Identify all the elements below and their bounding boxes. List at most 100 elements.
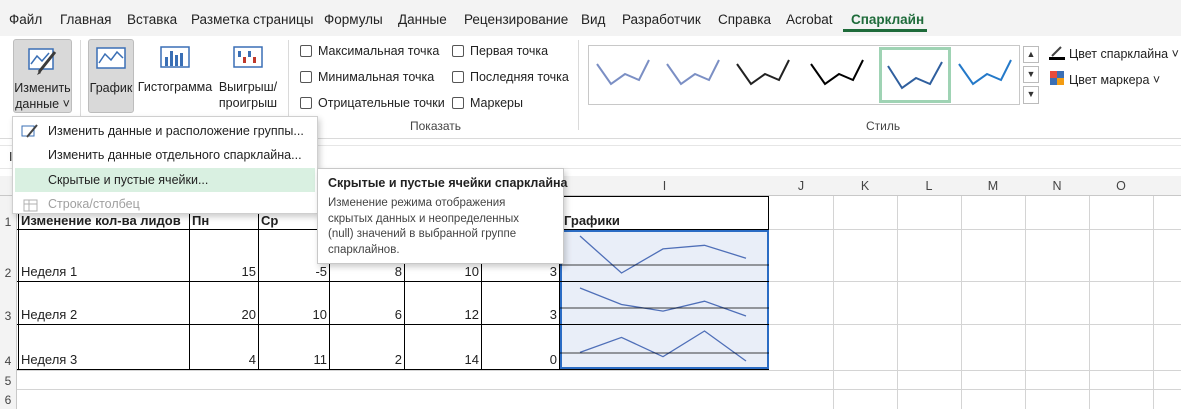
checkbox-last-point[interactable]: Последняя точка (452, 70, 569, 84)
expand-gallery-icon: ▼ (1026, 89, 1036, 99)
value-cell[interactable]: -5 (259, 264, 327, 279)
value-cell[interactable]: 3 (482, 264, 557, 279)
style-swatch[interactable] (955, 50, 1021, 100)
value-cell[interactable]: 14 (405, 352, 479, 367)
checkbox-box[interactable] (300, 97, 312, 109)
column-header-j[interactable]: J (769, 179, 833, 193)
value-cell[interactable]: 12 (405, 307, 479, 322)
sparkline-style-icon (736, 59, 790, 86)
checkbox-label: Минимальная точка (318, 70, 435, 84)
tab-help[interactable]: Справка (718, 12, 771, 27)
type-line-button[interactable]: График (88, 39, 134, 113)
style-swatch-selected[interactable] (879, 47, 951, 103)
header-charts-cell[interactable]: Графики (564, 213, 620, 228)
style-swatch[interactable] (663, 50, 729, 100)
gallery-scroll-up[interactable]: ▲ (1023, 46, 1039, 63)
menu-item-edit-single[interactable]: Изменить данные отдельного спарклайна... (15, 143, 315, 167)
row-number[interactable]: 3 (0, 309, 16, 323)
swatch-line (666, 59, 720, 86)
value-cell[interactable]: 8 (330, 264, 402, 279)
value-cell[interactable]: 3 (482, 307, 557, 322)
value-cell[interactable]: 11 (259, 352, 328, 367)
tab-view[interactable]: Вид (581, 12, 605, 27)
value-cell[interactable]: 4 (190, 352, 256, 367)
value-cell[interactable]: 0 (482, 352, 557, 367)
swatch-line (596, 59, 650, 86)
tooltip-line: (null) значений в выбранной группе (328, 228, 517, 240)
checkbox-box[interactable] (452, 97, 464, 109)
value-cell[interactable]: 10 (405, 264, 479, 279)
column-header-k[interactable]: K (833, 179, 897, 193)
edit-data-label1: Изменить (14, 81, 71, 95)
marker-color-icon (1049, 70, 1065, 89)
value-cell[interactable]: 10 (259, 307, 327, 322)
tooltip-line: Изменение режима отображения (328, 197, 506, 209)
tooltip-title: Скрытые и пустые ячейки спарклайна (328, 176, 568, 190)
type-winloss-label2: проигрыш (218, 96, 278, 110)
row-number[interactable]: 4 (0, 354, 16, 368)
tab-review[interactable]: Рецензирование (464, 12, 568, 27)
row-label-cell[interactable]: Неделя 1 (21, 264, 77, 279)
checkbox-high-point[interactable]: Максимальная точка (300, 44, 439, 58)
column-header-i[interactable]: I (560, 179, 769, 193)
group-divider (578, 40, 579, 130)
row-number[interactable]: 2 (0, 266, 16, 280)
sparkline-color-label: Цвет спарклайна ˅ (1069, 46, 1179, 61)
style-swatch[interactable] (593, 50, 659, 100)
sparkline-style-icon (596, 59, 650, 86)
chevron-up-icon: ▲ (1026, 49, 1036, 59)
row-label-cell[interactable]: Неделя 2 (21, 307, 77, 322)
value-cell[interactable]: 2 (330, 352, 402, 367)
checkbox-box[interactable] (300, 71, 312, 83)
column-header-m[interactable]: M (961, 179, 1025, 193)
edit-data-button[interactable]: Изменить данные ˅ (13, 39, 72, 113)
gridline (17, 389, 1181, 390)
sparkline-color-button[interactable]: Цвет спарклайна ˅ (1049, 44, 1179, 63)
menu-item-hidden-empty-cells[interactable]: Скрытые и пустые ячейки... (15, 168, 315, 192)
type-column-button[interactable]: Гистограмма (137, 39, 213, 113)
checkbox-markers[interactable]: Маркеры (452, 96, 523, 110)
menu-item-edit-group[interactable]: Изменить данные и расположение группы... (15, 119, 315, 143)
gridline (769, 324, 1181, 325)
style-gallery (588, 45, 1020, 105)
checkbox-first-point[interactable]: Первая точка (452, 44, 548, 58)
ribbon-tab-bar: Файл Главная Вставка Разметка страницы Ф… (0, 0, 1181, 36)
tab-data[interactable]: Данные (398, 12, 447, 27)
checkbox-low-point[interactable]: Минимальная точка (300, 70, 434, 84)
tab-page-layout[interactable]: Разметка страницы (191, 12, 313, 27)
tab-formulas[interactable]: Формулы (324, 12, 383, 27)
winloss-sparkline-icon (233, 45, 263, 75)
column-header-n[interactable]: N (1025, 179, 1089, 193)
row-number[interactable]: 1 (0, 215, 16, 229)
type-winloss-button[interactable]: Выигрыш/ проигрыш (215, 39, 281, 113)
checkbox-negative-points[interactable]: Отрицательные точки (300, 96, 445, 110)
table-border (258, 196, 259, 370)
value-cell[interactable]: 15 (190, 264, 256, 279)
gallery-more-button[interactable]: ▼ (1023, 86, 1039, 104)
tab-insert[interactable]: Вставка (127, 12, 177, 27)
row-label-cell[interactable]: Неделя 3 (21, 352, 77, 367)
checkbox-label: Последняя точка (470, 70, 569, 84)
checkbox-box[interactable] (452, 71, 464, 83)
checkbox-label: Маркеры (470, 96, 523, 110)
tab-home[interactable]: Главная (60, 12, 111, 27)
tab-sparkline[interactable]: Спарклайн (851, 12, 924, 27)
column-header-l[interactable]: L (897, 179, 961, 193)
gallery-scroll-down[interactable]: ▼ (1023, 66, 1039, 83)
marker-color-button[interactable]: Цвет маркера ˅ (1049, 70, 1160, 89)
checkbox-box[interactable] (300, 45, 312, 57)
edit-data-icon (27, 46, 59, 80)
column-header-o[interactable]: O (1089, 179, 1153, 193)
tab-acrobat[interactable]: Acrobat (786, 12, 833, 27)
sparkline-week-2 (579, 287, 747, 317)
chevron-down-icon: ▼ (1026, 69, 1036, 79)
checkbox-box[interactable] (452, 45, 464, 57)
value-cell[interactable]: 20 (190, 307, 256, 322)
style-swatch[interactable] (733, 50, 799, 100)
row-number[interactable]: 6 (0, 393, 16, 407)
tab-developer[interactable]: Разработчик (622, 12, 701, 27)
style-swatch[interactable] (807, 50, 873, 100)
row-number[interactable]: 5 (0, 374, 16, 388)
tab-file[interactable]: Файл (9, 12, 42, 27)
value-cell[interactable]: 6 (330, 307, 402, 322)
